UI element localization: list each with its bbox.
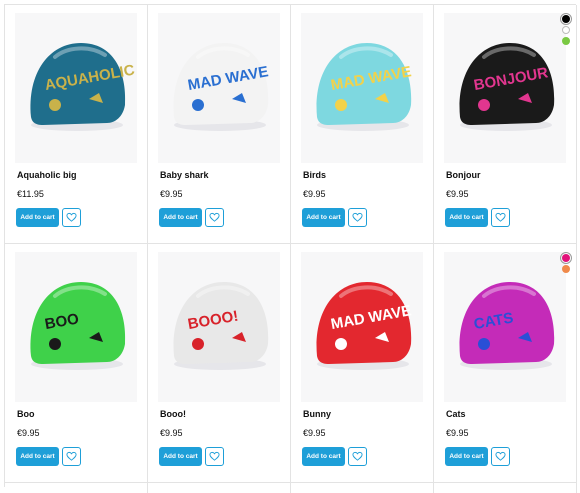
product-card-partial <box>5 483 148 493</box>
product-card[interactable]: MAD WAVE Baby shark €9.95 Add to cart <box>148 5 291 244</box>
swim-cap-image: BONJOUR <box>459 43 555 131</box>
product-card-partial <box>434 483 577 493</box>
product-card[interactable]: MAD WAVE Bunny €9.95 Add to cart <box>291 244 434 483</box>
product-image[interactable]: BOO <box>15 252 137 402</box>
product-price: €9.95 <box>446 428 469 438</box>
color-swatch[interactable] <box>560 252 572 264</box>
swim-cap-image: MAD WAVE <box>173 43 270 131</box>
color-swatches <box>560 13 572 45</box>
product-price: €9.95 <box>160 189 183 199</box>
wishlist-button[interactable] <box>62 447 81 466</box>
wishlist-button[interactable] <box>62 208 81 227</box>
color-swatches <box>560 252 572 273</box>
product-card-partial <box>291 483 434 493</box>
product-price: €9.95 <box>160 428 183 438</box>
product-image[interactable]: BOOO! <box>158 252 280 402</box>
product-name[interactable]: Cats <box>446 409 466 419</box>
swim-cap-image: CATS <box>459 282 555 370</box>
product-price: €9.95 <box>17 428 40 438</box>
product-name[interactable]: Birds <box>303 170 326 180</box>
add-to-cart-button[interactable]: Add to cart <box>445 447 488 466</box>
add-to-cart-button[interactable]: Add to cart <box>159 208 202 227</box>
product-name[interactable]: Baby shark <box>160 170 209 180</box>
swim-cap-image: MAD WAVE <box>316 282 413 370</box>
add-to-cart-button[interactable]: Add to cart <box>16 447 59 466</box>
product-name[interactable]: Boo <box>17 409 35 419</box>
heart-icon <box>352 212 363 222</box>
add-to-cart-button[interactable]: Add to cart <box>159 447 202 466</box>
heart-icon <box>495 212 506 222</box>
product-grid: AQUAHOLIC Aquaholic big €11.95 Add to cart M… <box>4 4 577 493</box>
product-card[interactable]: MAD WAVE Birds €9.95 Add to cart <box>291 5 434 244</box>
product-price: €9.95 <box>446 189 469 199</box>
product-image[interactable]: MAD WAVE <box>301 252 423 402</box>
swim-cap-image: AQUAHOLIC <box>30 43 136 131</box>
product-image[interactable]: BONJOUR <box>444 13 566 163</box>
wishlist-button[interactable] <box>348 447 367 466</box>
wishlist-button[interactable] <box>491 447 510 466</box>
add-to-cart-button[interactable]: Add to cart <box>16 208 59 227</box>
heart-icon <box>209 451 220 461</box>
swim-cap-image: MAD WAVE <box>316 43 413 131</box>
color-swatch[interactable] <box>562 265 570 273</box>
product-price: €9.95 <box>303 189 326 199</box>
wishlist-button[interactable] <box>491 208 510 227</box>
product-name[interactable]: Booo! <box>160 409 186 419</box>
product-image[interactable]: CATS <box>444 252 566 402</box>
heart-icon <box>209 212 220 222</box>
product-card[interactable]: BOO Boo €9.95 Add to cart <box>5 244 148 483</box>
heart-icon <box>66 451 77 461</box>
product-price: €11.95 <box>17 189 44 199</box>
wishlist-button[interactable] <box>205 447 224 466</box>
heart-icon <box>66 212 77 222</box>
swim-cap-image: BOOO! <box>173 282 269 370</box>
product-name[interactable]: Aquaholic big <box>17 170 77 180</box>
color-swatch[interactable] <box>562 26 570 34</box>
product-card[interactable]: BONJOUR Bonjour €9.95 Add to cart <box>434 5 577 244</box>
color-swatch[interactable] <box>560 13 572 25</box>
heart-icon <box>352 451 363 461</box>
product-card-partial <box>148 483 291 493</box>
product-card[interactable]: BOOO! Booo! €9.95 Add to cart <box>148 244 291 483</box>
add-to-cart-button[interactable]: Add to cart <box>302 208 345 227</box>
product-image[interactable]: MAD WAVE <box>301 13 423 163</box>
product-card[interactable]: AQUAHOLIC Aquaholic big €11.95 Add to cart <box>5 5 148 244</box>
color-swatch[interactable] <box>562 37 570 45</box>
wishlist-button[interactable] <box>205 208 224 227</box>
wishlist-button[interactable] <box>348 208 367 227</box>
product-name[interactable]: Bonjour <box>446 170 481 180</box>
add-to-cart-button[interactable]: Add to cart <box>302 447 345 466</box>
product-card[interactable]: CATS Cats €9.95 Add to cart <box>434 244 577 483</box>
product-price: €9.95 <box>303 428 326 438</box>
heart-icon <box>495 451 506 461</box>
product-image[interactable]: MAD WAVE <box>158 13 280 163</box>
product-name[interactable]: Bunny <box>303 409 331 419</box>
product-image[interactable]: AQUAHOLIC <box>15 13 137 163</box>
add-to-cart-button[interactable]: Add to cart <box>445 208 488 227</box>
swim-cap-image: BOO <box>30 282 126 370</box>
